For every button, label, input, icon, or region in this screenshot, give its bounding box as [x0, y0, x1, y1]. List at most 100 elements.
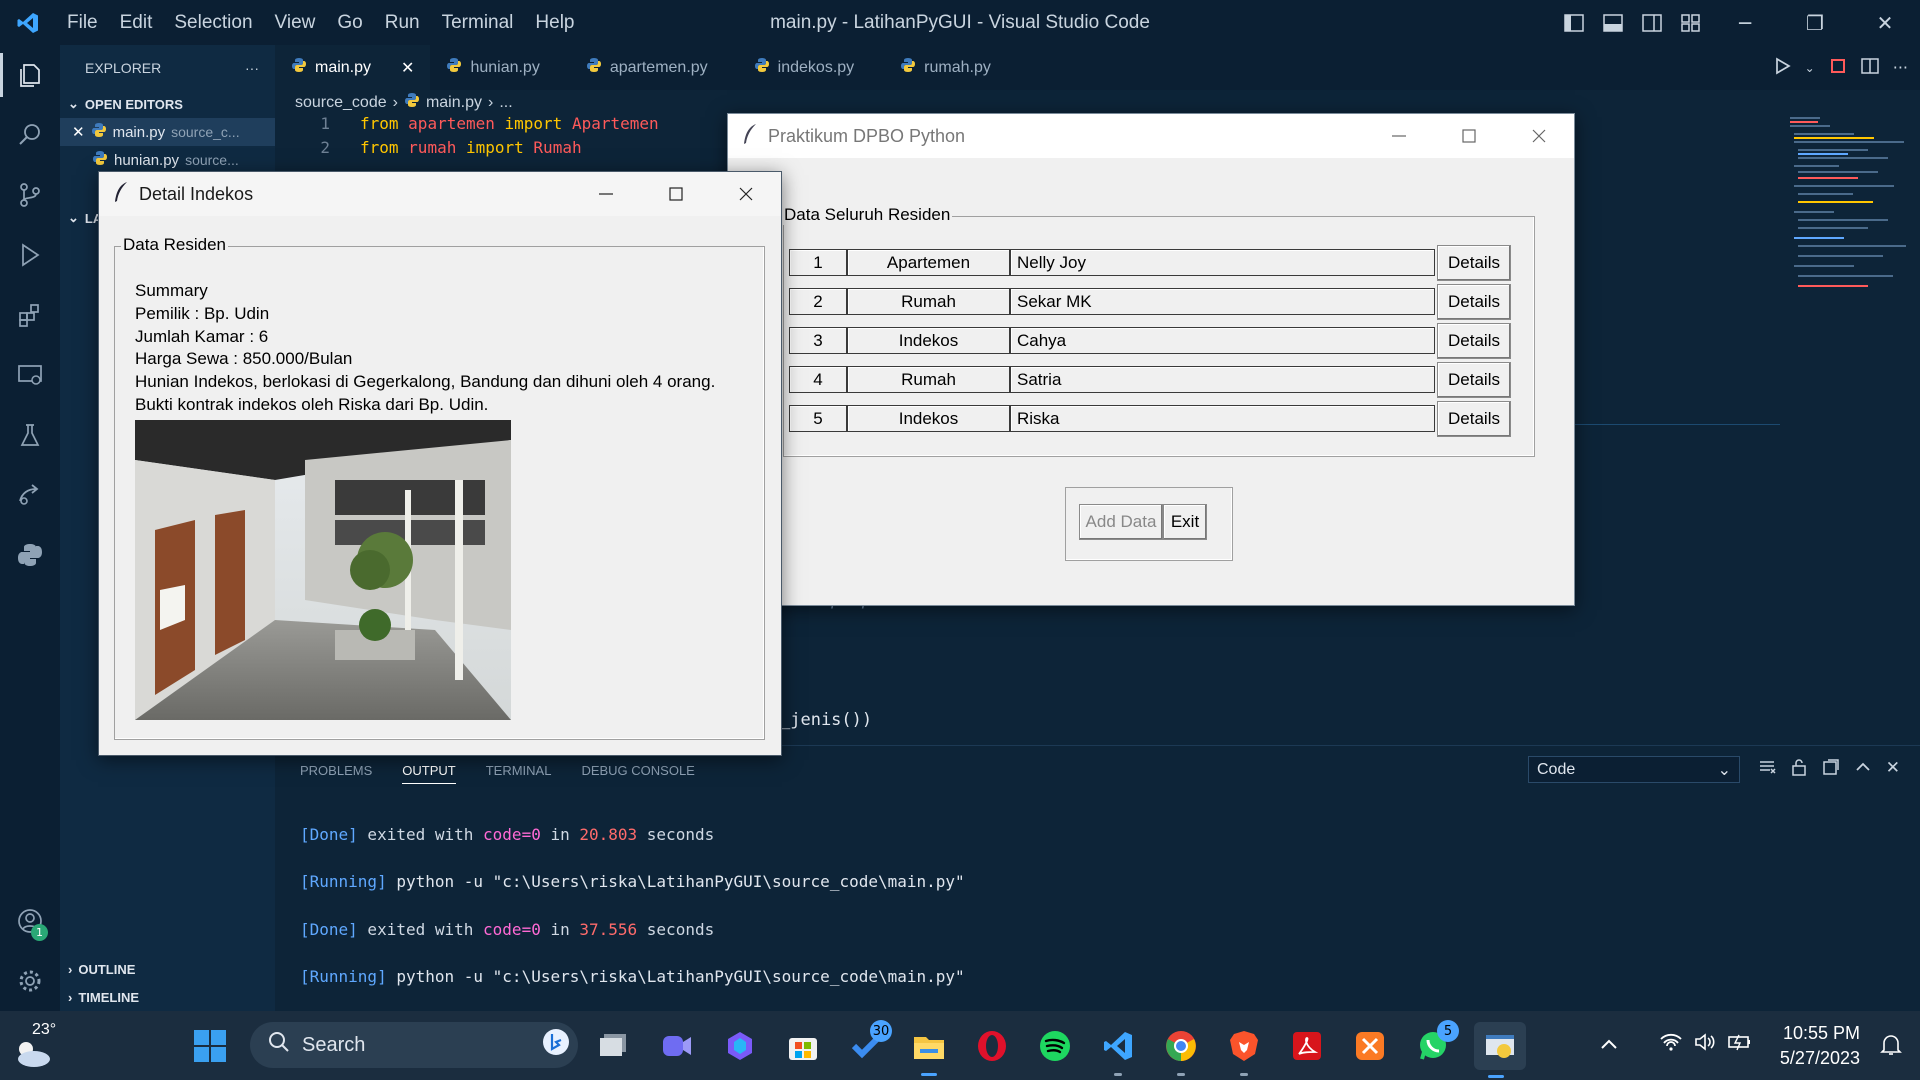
maximize-icon[interactable]: [641, 172, 711, 216]
customize-layout-icon[interactable]: [1671, 0, 1710, 45]
tab-problems[interactable]: PROBLEMS: [300, 763, 372, 778]
menu-file[interactable]: File: [56, 12, 109, 34]
maximize-panel-icon[interactable]: [1854, 758, 1872, 780]
close-editor-icon[interactable]: ✕: [72, 123, 85, 141]
run-file-icon[interactable]: [1773, 57, 1791, 79]
detail-window-titlebar[interactable]: Detail Indekos: [99, 172, 781, 216]
details-button[interactable]: Details: [1437, 401, 1511, 437]
tab-terminal[interactable]: TERMINAL: [486, 763, 552, 778]
whatsapp-icon[interactable]: 5: [1411, 1020, 1459, 1068]
tab-hunian-py[interactable]: hunian.py: [430, 45, 555, 90]
start-button[interactable]: [188, 1024, 232, 1068]
open-editors-section[interactable]: ⌄ OPEN EDITORS: [60, 90, 275, 118]
maximize-icon[interactable]: [1434, 114, 1504, 158]
task-view-icon[interactable]: [592, 1024, 636, 1068]
split-editor-icon[interactable]: [1860, 57, 1879, 79]
volume-icon[interactable]: [1694, 1033, 1716, 1055]
tab-indekos-py[interactable]: indekos.py: [738, 45, 871, 90]
details-button[interactable]: Details: [1437, 245, 1511, 281]
tab-debug-console[interactable]: DEBUG CONSOLE: [581, 763, 694, 778]
main-window-titlebar[interactable]: Praktikum DPBO Python: [728, 114, 1574, 158]
timeline-section[interactable]: › TIMELINE: [60, 983, 275, 1011]
chevron-down-icon: ⌄: [68, 96, 79, 111]
clock[interactable]: 10:55 PM 5/27/2023: [1780, 1021, 1860, 1071]
brave-icon[interactable]: [1222, 1024, 1266, 1076]
clear-output-icon[interactable]: [1758, 758, 1776, 780]
add-data-button[interactable]: Add Data: [1079, 504, 1163, 540]
close-icon[interactable]: [1504, 114, 1574, 158]
run-debug-icon[interactable]: [0, 225, 60, 285]
close-icon[interactable]: ✕: [1850, 0, 1920, 45]
explorer-icon[interactable]: [0, 45, 60, 105]
python-file-icon: [404, 92, 420, 113]
extensions-icon[interactable]: [0, 285, 60, 345]
lock-scroll-icon[interactable]: [1790, 758, 1808, 780]
tab-apartemen-py[interactable]: apartemen.py: [570, 45, 724, 90]
acrobat-icon[interactable]: [1285, 1024, 1329, 1068]
todo-icon[interactable]: 30: [844, 1020, 892, 1068]
details-button[interactable]: Details: [1437, 362, 1511, 398]
meet-icon[interactable]: [655, 1024, 699, 1068]
file-explorer-icon[interactable]: [907, 1024, 951, 1076]
bing-icon[interactable]: [542, 1028, 570, 1062]
chevron-up-icon[interactable]: [1600, 1035, 1618, 1054]
minimize-icon[interactable]: ─: [1710, 0, 1780, 45]
python-window-icon[interactable]: [1474, 1022, 1526, 1078]
taskbar-search[interactable]: Search: [250, 1022, 578, 1068]
toggle-sidebar-icon[interactable]: [1554, 0, 1593, 45]
run-dropdown-icon[interactable]: ⌄: [1805, 61, 1815, 75]
minimize-icon[interactable]: [571, 172, 641, 216]
opera-icon[interactable]: [970, 1024, 1014, 1068]
search-icon[interactable]: [0, 105, 60, 165]
testing-icon[interactable]: [0, 405, 60, 465]
details-button[interactable]: Details: [1437, 284, 1511, 320]
outline-section[interactable]: › OUTLINE: [60, 955, 275, 983]
output-channel-select[interactable]: Code ⌄: [1528, 756, 1740, 783]
open-editor-item[interactable]: hunian.py source...: [60, 146, 275, 174]
settings-gear-icon[interactable]: [0, 951, 60, 1011]
toggle-secondary-sidebar-icon[interactable]: [1632, 0, 1671, 45]
menu-help[interactable]: Help: [524, 12, 585, 34]
minimize-icon[interactable]: [1364, 114, 1434, 158]
stop-icon[interactable]: [1829, 57, 1847, 79]
breadcrumb-symbol[interactable]: ...: [499, 94, 512, 112]
wifi-icon[interactable]: [1660, 1033, 1682, 1055]
open-in-editor-icon[interactable]: [1822, 758, 1840, 780]
accounts-icon[interactable]: 1: [0, 891, 60, 951]
chrome-icon[interactable]: [1159, 1024, 1203, 1076]
more-actions-icon[interactable]: ···: [1893, 58, 1908, 77]
source-control-icon[interactable]: [0, 165, 60, 225]
vscode-taskbar-icon[interactable]: [1096, 1024, 1140, 1076]
spotify-icon[interactable]: [1033, 1024, 1077, 1068]
copilot-icon[interactable]: [718, 1024, 762, 1068]
battery-icon[interactable]: [1728, 1033, 1752, 1055]
live-share-icon[interactable]: [0, 465, 60, 525]
remote-explorer-icon[interactable]: [0, 345, 60, 405]
tab-main-py[interactable]: main.py ✕: [275, 45, 431, 90]
store-icon[interactable]: [781, 1024, 825, 1068]
details-button[interactable]: Details: [1437, 323, 1511, 359]
menu-terminal[interactable]: Terminal: [431, 12, 525, 34]
tab-output[interactable]: OUTPUT: [402, 763, 456, 784]
weather-widget[interactable]: 23°: [12, 1019, 72, 1071]
notification-icon[interactable]: [1880, 1033, 1902, 1061]
breadcrumb-folder[interactable]: source_code: [295, 94, 387, 112]
minimap[interactable]: [1788, 115, 1906, 300]
close-panel-icon[interactable]: ✕: [1886, 758, 1900, 780]
toggle-panel-icon[interactable]: [1593, 0, 1632, 45]
close-tab-icon[interactable]: ✕: [401, 58, 414, 78]
menu-edit[interactable]: Edit: [109, 12, 164, 34]
xampp-icon[interactable]: [1348, 1024, 1392, 1068]
explorer-more-icon[interactable]: ···: [245, 60, 259, 76]
menu-selection[interactable]: Selection: [163, 12, 263, 34]
menu-view[interactable]: View: [264, 12, 327, 34]
close-icon[interactable]: [711, 172, 781, 216]
restore-icon[interactable]: ❐: [1780, 0, 1850, 45]
menu-go[interactable]: Go: [326, 12, 373, 34]
breadcrumb-file[interactable]: main.py: [426, 94, 482, 112]
menu-run[interactable]: Run: [374, 12, 431, 34]
exit-button[interactable]: Exit: [1163, 504, 1207, 540]
open-editor-item[interactable]: ✕ main.py source_c...: [60, 118, 275, 146]
tab-rumah-py[interactable]: rumah.py: [884, 45, 1007, 90]
python-icon[interactable]: [0, 525, 60, 585]
